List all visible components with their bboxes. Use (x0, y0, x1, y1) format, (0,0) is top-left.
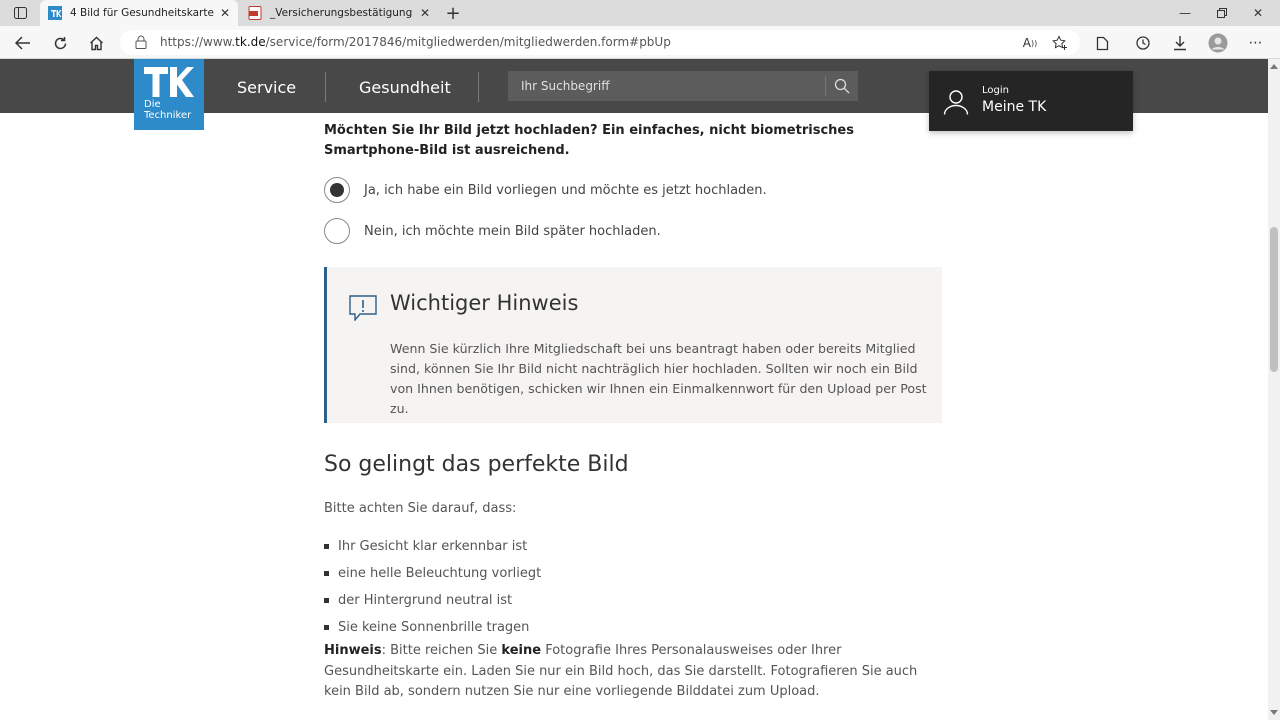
scrollbar-thumb[interactable] (1270, 227, 1278, 372)
tab-gesundheitskarte[interactable]: 4 Bild für Gesundheitskarte einreichen ✕ (40, 0, 238, 26)
logo-text: Die Techniker (144, 99, 192, 121)
tab-title: _Versicherungsbestätigung (1).PDF (270, 7, 415, 19)
restore-icon[interactable] (1212, 4, 1232, 22)
list-item: Ihr Gesicht klar erkennbar ist (324, 533, 541, 560)
list-item: Sie keine Sonnenbrille tragen (324, 614, 541, 641)
radio-no[interactable] (324, 218, 350, 244)
scroll-down-icon[interactable] (1270, 710, 1278, 715)
profile-avatar-icon[interactable] (1206, 31, 1230, 55)
notice-title: Wichtiger Hinweis (390, 291, 579, 315)
tk-logo-icon (144, 67, 194, 97)
notice-speech-bubble-icon (349, 295, 377, 321)
notice-text: Wenn Sie kürzlich Ihre Mitgliedschaft be… (390, 341, 927, 416)
pdf-icon (248, 6, 262, 20)
bullet-square-icon (324, 544, 329, 549)
collections-icon[interactable] (1090, 31, 1114, 55)
radio-selected-dot (330, 183, 344, 197)
search-icon[interactable] (834, 78, 850, 94)
minimize-icon[interactable]: — (1175, 4, 1195, 22)
radio-yes[interactable] (324, 177, 350, 203)
lock-icon (135, 35, 147, 49)
perfect-photo-heading: So gelingt das perfekte Bild (324, 452, 629, 477)
login-label: Login (982, 85, 1009, 96)
close-tab-icon[interactable]: ✕ (420, 6, 430, 20)
upload-hint: Hinweis: Bitte reichen Sie keine Fotogra… (324, 643, 918, 699)
address-bar[interactable]: https://www.tk.de/service/form/2017846/m… (120, 30, 1080, 55)
login-meine-tk[interactable]: Login Meine TK (929, 71, 1133, 131)
guide-list: Ihr Gesicht klar erkennbar ist eine hell… (324, 533, 541, 641)
nav-gesundheit[interactable]: Gesundheit (359, 78, 451, 97)
read-aloud-icon[interactable]: A)) (1018, 31, 1042, 55)
bullet-square-icon (324, 625, 329, 630)
nav-service[interactable]: Service (237, 78, 296, 97)
history-icon[interactable] (1131, 31, 1155, 55)
search-input[interactable]: Ihr Suchbegriff (521, 79, 609, 93)
tk-favicon-icon (48, 6, 62, 20)
downloads-icon[interactable] (1168, 31, 1192, 55)
new-tab-icon[interactable]: + (442, 3, 464, 24)
home-icon[interactable] (84, 31, 108, 55)
radio-option-no[interactable]: Nein, ich möchte mein Bild später hochla… (324, 218, 661, 244)
user-icon (943, 90, 969, 115)
more-menu-icon[interactable]: ⋯ (1244, 31, 1268, 55)
tab-actions-icon[interactable] (9, 3, 31, 23)
nav-divider (478, 72, 479, 102)
search-box[interactable]: Ihr Suchbegriff (508, 71, 858, 101)
bullet-square-icon (324, 571, 329, 576)
radio-yes-label[interactable]: Ja, ich habe ein Bild vorliegen und möch… (364, 183, 767, 198)
important-notice: Wichtiger Hinweis Wenn Sie kürzlich Ihre… (324, 267, 942, 423)
tab-title: 4 Bild für Gesundheitskarte einreichen (70, 7, 215, 19)
tab-versicherung[interactable]: _Versicherungsbestätigung (1).PDF ✕ (240, 0, 438, 26)
radio-no-label[interactable]: Nein, ich möchte mein Bild später hochla… (364, 224, 661, 239)
url-text: https://www.tk.de/service/form/2017846/m… (160, 35, 671, 49)
list-item: eine helle Beleuchtung vorliegt (324, 560, 541, 587)
tk-logo[interactable]: Die Techniker (134, 59, 204, 130)
close-window-icon[interactable]: ✕ (1248, 4, 1268, 22)
browser-toolbar: https://www.tk.de/service/form/2017846/m… (0, 26, 1280, 59)
back-icon[interactable] (11, 31, 35, 55)
list-item: der Hintergrund neutral ist (324, 587, 541, 614)
page-scrollbar[interactable] (1268, 59, 1280, 720)
nav-divider (325, 72, 326, 102)
refresh-icon[interactable] (48, 31, 72, 55)
close-tab-icon[interactable]: ✕ (220, 6, 230, 20)
guide-intro: Bitte achten Sie darauf, dass: (324, 501, 517, 516)
meine-tk-label: Meine TK (982, 99, 1047, 115)
bullet-square-icon (324, 598, 329, 603)
upload-question: Möchten Sie Ihr Bild jetzt hochladen? Ei… (324, 123, 854, 158)
search-divider (825, 76, 826, 96)
scroll-up-icon[interactable] (1270, 64, 1278, 69)
browser-tabstrip: 4 Bild für Gesundheitskarte einreichen ✕… (0, 0, 1280, 26)
radio-option-yes[interactable]: Ja, ich habe ein Bild vorliegen und möch… (324, 177, 767, 203)
favorites-star-icon[interactable] (1048, 31, 1072, 55)
